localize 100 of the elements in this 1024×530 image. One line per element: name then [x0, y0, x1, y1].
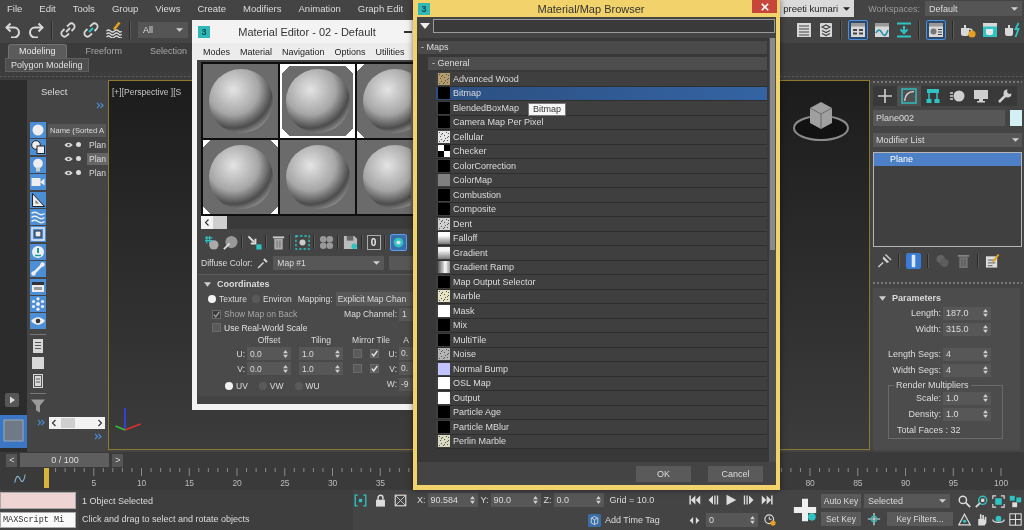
dialog-button[interactable]: Cancel: [708, 465, 763, 482]
tree-group-header[interactable]: - General: [428, 57, 767, 70]
box-icon[interactable]: [30, 226, 46, 243]
menu-item[interactable]: Create: [197, 3, 226, 14]
wrench-icon[interactable]: [993, 86, 1017, 106]
map-list-item[interactable]: Combustion: [436, 188, 767, 203]
cube-icon[interactable]: [793, 101, 849, 141]
radio-button[interactable]: Texture: [208, 294, 247, 304]
previous-button[interactable]: <: [6, 453, 18, 467]
teapot-window-icon[interactable]: [982, 22, 998, 38]
teapot-gear-icon[interactable]: [960, 22, 976, 38]
menu-item[interactable]: Material: [240, 46, 273, 57]
spinner-icon[interactable]: [750, 516, 755, 524]
dialog-button[interactable]: OK: [636, 465, 691, 482]
waves-icon[interactable]: [30, 208, 46, 225]
spinner-icon[interactable]: [595, 496, 601, 504]
sample-slot[interactable]: [357, 64, 413, 138]
menu-item[interactable]: Navigation: [282, 46, 325, 57]
link-icon[interactable]: [60, 22, 76, 38]
number-field[interactable]: 1.0: [299, 362, 343, 375]
menu-item[interactable]: Modifiers: [242, 3, 282, 14]
chevron-right-icon[interactable]: [97, 418, 103, 427]
number-field[interactable]: 0.: [399, 347, 413, 360]
triangle-icon[interactable]: [958, 512, 971, 526]
brackets-square-icon[interactable]: [354, 493, 367, 507]
search-field[interactable]: [433, 19, 775, 33]
sample-slot[interactable]: [203, 64, 278, 138]
spinner-icon[interactable]: [469, 496, 475, 504]
number-field[interactable]: 315.0: [943, 322, 991, 336]
scrollbar[interactable]: [49, 416, 105, 429]
number-field[interactable]: 0.0: [247, 347, 291, 360]
list-pencil-icon[interactable]: [985, 253, 1000, 269]
coordinate-field[interactable]: 90.584: [427, 493, 478, 507]
teapot-lightning-icon[interactable]: [1004, 22, 1020, 38]
previous-frame-icon[interactable]: [707, 494, 719, 506]
frame-field[interactable]: 0: [706, 513, 758, 527]
eye-icon[interactable]: [64, 141, 73, 148]
bulb-icon[interactable]: [30, 156, 46, 173]
set-square-icon[interactable]: [30, 191, 46, 208]
map-list-item[interactable]: Advanced Wood: [436, 72, 767, 87]
map-field[interactable]: [389, 256, 413, 270]
key-filters-button[interactable]: Key Filters...: [887, 512, 953, 526]
map-list-item[interactable]: MultiTile: [436, 333, 767, 348]
stack-item[interactable]: Plane: [874, 153, 1021, 166]
workspace-dropdown[interactable]: Default: [925, 1, 1022, 16]
coordinate-field[interactable]: 0.0: [553, 493, 604, 507]
number-field[interactable]: 0.: [399, 362, 413, 375]
clock-gear-icon[interactable]: [764, 514, 776, 526]
map-list-item[interactable]: Particle MBlur: [436, 420, 767, 435]
tree-group-header[interactable]: - Maps: [418, 41, 767, 54]
menu-item[interactable]: Views: [155, 3, 181, 14]
selection-filter-dropdown[interactable]: All: [138, 22, 188, 38]
plus-icon[interactable]: [873, 86, 897, 106]
sample-slot[interactable]: [357, 140, 413, 214]
rollout-title[interactable]: Coordinates: [217, 279, 270, 289]
ribbon-tab[interactable]: Selection: [141, 44, 197, 58]
download-icon[interactable]: [896, 22, 912, 38]
number-field[interactable]: 1.0: [943, 391, 991, 405]
dots-cluster-icon[interactable]: [30, 295, 46, 312]
spinner-icon[interactable]: [983, 366, 988, 374]
arrow-box-icon[interactable]: [246, 234, 262, 250]
map-list-item[interactable]: Dent: [436, 217, 767, 232]
map-list-item[interactable]: ColorCorrection: [436, 159, 767, 174]
dashed-square-icon[interactable]: [294, 234, 310, 250]
funnel-icon[interactable]: [30, 397, 46, 414]
auto-key-button[interactable]: Auto Key: [821, 494, 861, 508]
redo-icon[interactable]: [28, 22, 44, 38]
square-icon[interactable]: [30, 355, 46, 372]
radio-button[interactable]: VW: [258, 381, 284, 391]
eye-icon[interactable]: [64, 169, 73, 176]
ribbon-tab[interactable]: Freeform: [76, 44, 132, 58]
checkbox-icon[interactable]: [370, 364, 379, 373]
ribbon-panel-tab[interactable]: Polygon Modeling: [5, 58, 89, 72]
close-button[interactable]: [752, 0, 777, 13]
map-list-item[interactable]: Normal Bump: [436, 362, 767, 377]
hand-icon[interactable]: [975, 512, 988, 526]
name-field[interactable]: Plane002: [873, 110, 1005, 126]
next-frame-icon[interactable]: [743, 494, 755, 506]
dot-icon[interactable]: [76, 156, 81, 161]
chevron-left-icon[interactable]: [51, 418, 57, 427]
menu-item[interactable]: Edit: [39, 3, 56, 14]
double-chevron-icon[interactable]: [94, 433, 102, 440]
spinner-icon[interactable]: [335, 364, 340, 373]
radio-button[interactable]: Environ: [251, 294, 292, 304]
dot-icon[interactable]: [76, 170, 81, 175]
slider-thumb[interactable]: 0 / 100: [20, 453, 110, 467]
menu-item[interactable]: Animation: [298, 3, 341, 14]
menu-item[interactable]: Tools: [72, 3, 95, 14]
checkbox-icon[interactable]: [353, 349, 362, 358]
number-field[interactable]: 1.0: [299, 347, 343, 360]
checkbox-icon[interactable]: [353, 364, 362, 373]
triangle-down-icon[interactable]: [420, 23, 430, 29]
document-icon[interactable]: [30, 372, 46, 389]
curve-icon[interactable]: [14, 473, 26, 485]
checkbox[interactable]: Use Real-World Scale: [212, 322, 308, 333]
spinner-icon[interactable]: [983, 309, 988, 317]
sample-slot[interactable]: [280, 64, 355, 138]
sample-slot[interactable]: [280, 140, 355, 214]
map-list-item[interactable]: Map Output Selector: [436, 275, 767, 290]
number-field[interactable]: 0.0: [247, 362, 291, 375]
